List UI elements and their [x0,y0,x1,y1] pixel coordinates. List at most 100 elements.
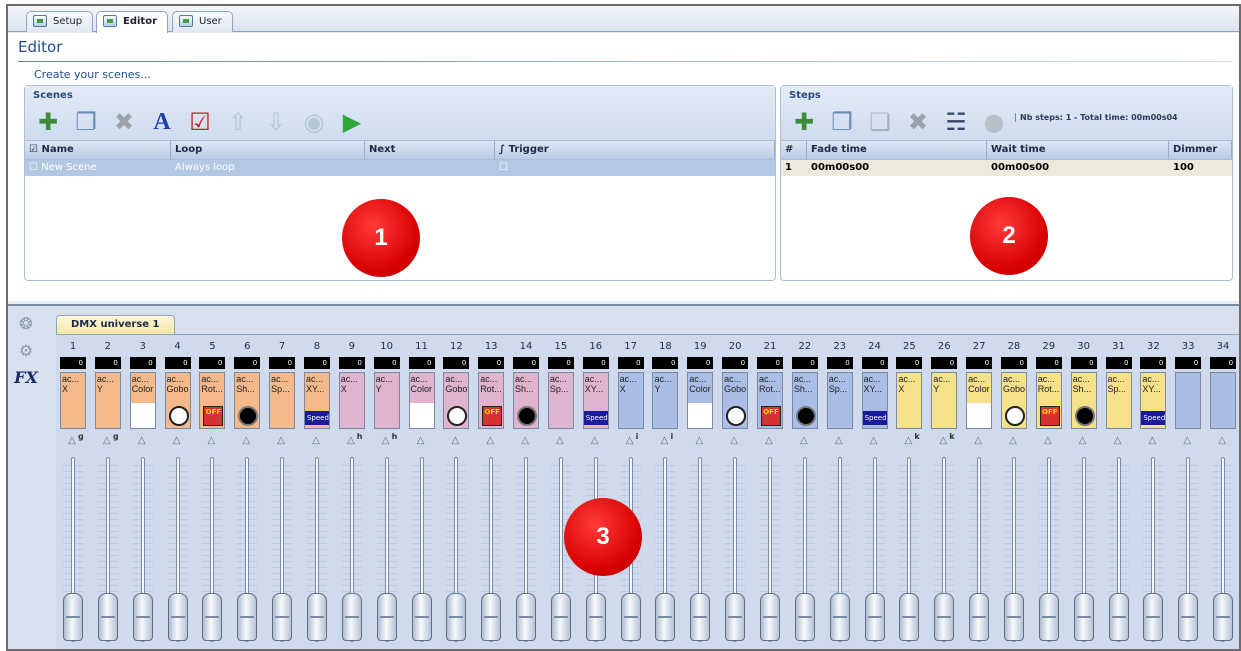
fader-handle[interactable] [411,593,432,641]
channel-value[interactable]: 0 [478,357,505,369]
channel-function-card[interactable]: ac... Sh... [234,372,261,429]
col-trigger[interactable]: ∫ Trigger [495,141,775,159]
channel-function-card[interactable]: ac... Y [373,372,400,429]
channel-function-card[interactable]: ac... XY... Speed [582,372,609,429]
fader-handle[interactable] [1038,593,1059,641]
flash-button[interactable]: △ [1006,435,1020,447]
channel-function-card[interactable]: ac... Rot... OFF [757,372,783,429]
step-fade-cell[interactable]: 00m00s00 [807,160,987,176]
channel-function-card[interactable]: ac... Gobo [443,372,470,429]
channel-function-card[interactable]: ac... X [896,372,923,429]
col-loop[interactable]: Loop [171,141,365,159]
col-dimmer[interactable]: Dimmer [1169,141,1232,159]
channel-function-card[interactable]: ac... Sh... [791,372,818,429]
flash-button[interactable]: △ [100,435,114,447]
channel-value[interactable]: 0 [303,357,330,369]
flash-button[interactable]: △ [518,435,532,447]
flash-button[interactable]: △ [1076,435,1090,447]
flash-button[interactable]: △ [1041,435,1055,447]
channel-value[interactable]: 0 [269,357,296,369]
channel-value[interactable]: 0 [791,357,818,369]
fader-handle[interactable] [620,593,641,641]
fader-handle[interactable] [1108,593,1129,641]
fader-handle[interactable] [760,593,780,641]
flash-button[interactable]: △ [239,435,253,447]
fader-handle[interactable] [934,593,955,641]
move-up-button[interactable]: ⇧ [223,107,253,137]
fader-handle[interactable] [272,593,293,641]
col-next[interactable]: Next [365,141,495,159]
fader-handle[interactable] [969,593,990,641]
flash-button[interactable]: △ [727,435,741,447]
channel-function-card[interactable]: ac... X [60,372,86,429]
fader-handle[interactable] [202,593,223,641]
channel-value[interactable]: 0 [547,357,574,369]
flash-button[interactable]: △ [344,435,358,447]
channel-value[interactable]: 0 [129,357,156,369]
channel-value[interactable]: 0 [234,357,261,369]
fader-handle[interactable] [794,593,815,641]
copy-scene-button[interactable]: ❐ [71,107,101,137]
channel-value[interactable]: 0 [687,357,714,369]
channel-function-card[interactable]: ac... Sp... [1105,372,1132,429]
channel-value[interactable]: 0 [60,357,86,369]
channel-value[interactable]: 0 [338,357,365,369]
channel-value[interactable]: 0 [652,357,679,369]
channel-value[interactable]: 0 [443,357,470,369]
paste-step-button[interactable]: ❏ [865,107,895,137]
channel-value[interactable]: 0 [931,357,958,369]
fader-handle[interactable] [1073,593,1094,641]
channel-function-card[interactable]: ac... XY... Speed [861,372,888,429]
col-wait-time[interactable]: Wait time [987,141,1169,159]
flash-button[interactable]: △ [309,435,323,447]
fader-handle[interactable] [446,593,467,641]
move-down-button[interactable]: ⇩ [261,107,291,137]
channel-function-card[interactable]: ac... X [338,372,365,429]
tab-dmx-universe[interactable]: DMX universe 1 [56,315,175,334]
flash-button[interactable]: △ [901,435,915,447]
channel-function-card[interactable]: ac... Sp... [269,372,296,429]
channel-value[interactable]: 0 [513,357,540,369]
channel-value[interactable]: 0 [199,357,226,369]
flash-button[interactable]: △ [379,435,393,447]
new-step-button[interactable]: ✚ [789,107,819,137]
fader-handle[interactable] [585,593,606,641]
flash-button[interactable]: △ [971,435,985,447]
flash-button[interactable]: △ [936,435,950,447]
channel-function-card[interactable]: ac... Sh... [1070,372,1097,429]
flash-button[interactable]: △ [135,435,149,447]
channel-value[interactable]: 0 [1000,357,1027,369]
flash-button[interactable]: △ [483,435,497,447]
fader-handle[interactable] [132,593,153,641]
flash-button[interactable]: △ [797,435,811,447]
col-name[interactable]: ☑ Name [25,141,171,159]
channel-value[interactable]: 0 [757,357,783,369]
channel-function-card[interactable]: ac... Gobo [1000,372,1027,429]
channel-function-card[interactable]: ac... Rot... OFF [478,372,505,429]
channel-value[interactable]: 0 [1210,357,1237,369]
channel-value[interactable]: 0 [861,357,888,369]
tab-user[interactable]: User [172,11,233,32]
fader-handle[interactable] [1213,593,1234,641]
flash-button[interactable]: △ [588,435,602,447]
flash-button[interactable]: △ [65,435,79,447]
channel-function-card[interactable]: ac... X [617,372,644,429]
channel-function-card[interactable]: ac... Color [408,372,435,429]
channel-function-card[interactable]: ac... Gobo [722,372,749,429]
channel-value[interactable]: 0 [966,357,993,369]
channel-function-card[interactable]: ac... Rot... OFF [199,372,226,429]
channel-function-card[interactable]: ac... Y [652,372,679,429]
delete-scene-button[interactable]: ✖ [109,107,139,137]
step-wait-cell[interactable]: 00m00s00 [987,160,1169,176]
channel-function-card[interactable]: ac... Rot... OFF [1035,372,1062,429]
fader-handle[interactable] [1178,593,1199,641]
flash-button[interactable]: △ [623,435,637,447]
flash-button[interactable]: △ [1145,435,1159,447]
faders-button[interactable]: ☵ [941,107,971,137]
channel-function-card[interactable]: ac... Color [687,372,714,429]
flash-button[interactable]: △ [170,435,184,447]
channel-value[interactable]: 0 [164,357,191,369]
record-step-button[interactable]: ● [979,107,1009,137]
flash-button[interactable]: △ [832,435,846,447]
channel-function-card[interactable]: ac... Sh... [513,372,540,429]
